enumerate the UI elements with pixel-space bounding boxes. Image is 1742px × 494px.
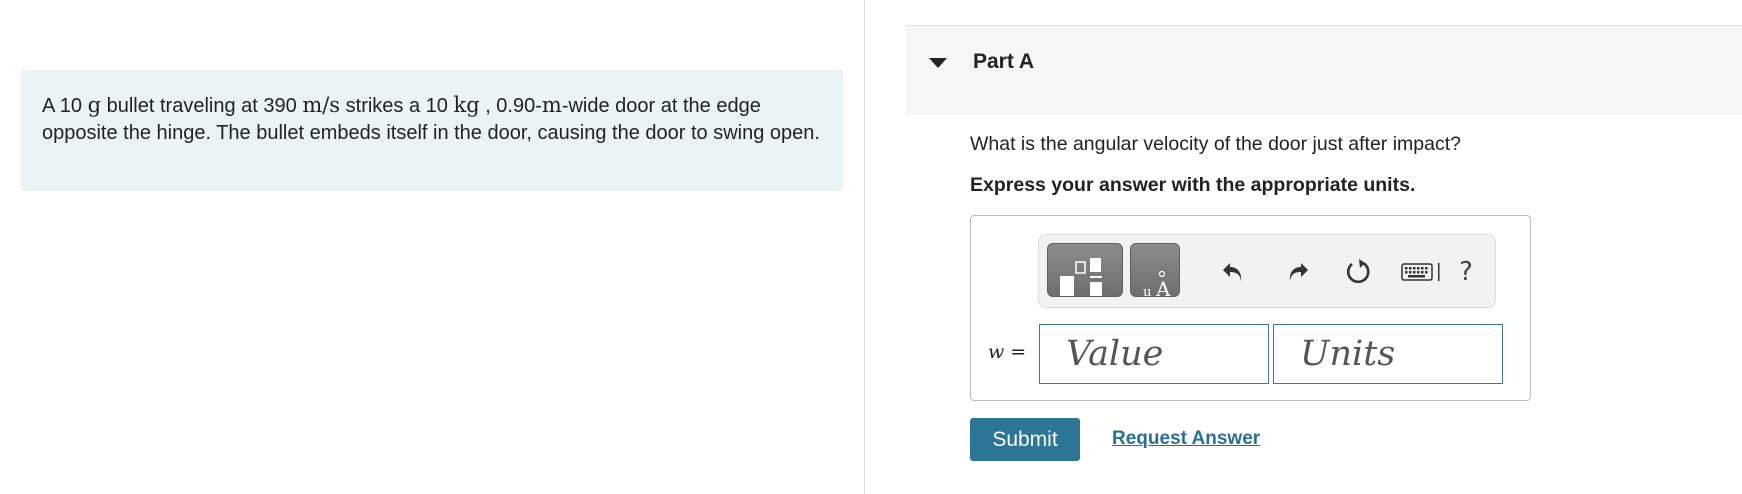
submit-button[interactable]: Submit	[970, 418, 1080, 461]
svg-text:A: A	[1155, 277, 1171, 297]
units-input[interactable]	[1273, 324, 1503, 384]
svg-text:μ: μ	[1143, 285, 1151, 297]
question-text: What is the angular velocity of the door…	[970, 133, 1461, 155]
help-icon[interactable]: ?	[1447, 253, 1485, 291]
math-toolbar: μ A ?	[1038, 234, 1496, 308]
request-answer-link[interactable]: Request Answer	[1112, 428, 1260, 450]
variable-label: w =	[988, 341, 1027, 363]
keyboard-icon[interactable]	[1399, 253, 1447, 291]
unit-grams: g	[87, 93, 102, 117]
part-title: Part A	[973, 50, 1035, 73]
problem-text: A 10	[42, 95, 88, 117]
collapse-caret-icon[interactable]	[929, 58, 947, 68]
instruction-text: Express your answer with the appropriate…	[970, 174, 1416, 196]
value-input[interactable]	[1039, 324, 1269, 384]
undo-icon[interactable]	[1214, 253, 1252, 291]
problem-statement: A 10 g bullet traveling at 390 m/s strik…	[21, 70, 843, 191]
problem-text: , 0.90-	[479, 95, 542, 117]
unit-meters-per-second: m/s	[302, 93, 341, 117]
units-icon[interactable]: μ A	[1130, 243, 1180, 297]
panel-divider	[864, 0, 865, 494]
templates-icon[interactable]	[1047, 243, 1123, 297]
answer-box: μ A ? w = Value Units	[970, 215, 1531, 401]
problem-text: strikes a 10	[340, 95, 454, 117]
unit-meters: m	[541, 93, 562, 117]
redo-icon[interactable]	[1279, 253, 1317, 291]
part-header[interactable]: Part A	[906, 25, 1742, 115]
unit-kilograms: kg	[453, 93, 480, 117]
problem-text: bullet traveling at 390	[101, 95, 303, 117]
reset-icon[interactable]	[1339, 253, 1377, 291]
